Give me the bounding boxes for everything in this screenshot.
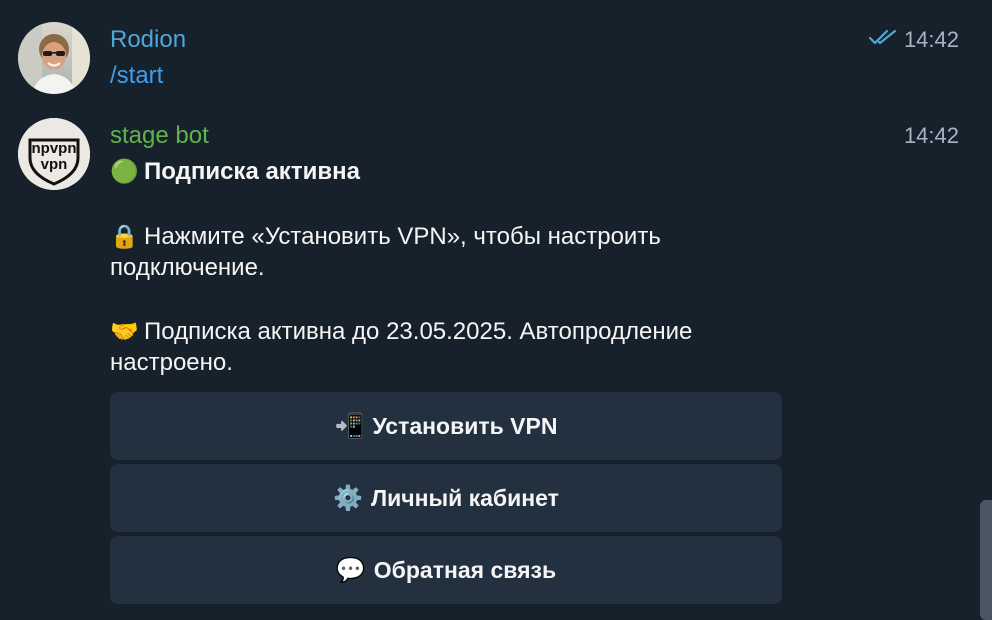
message-user: Rodion 14:42 /start — [0, 0, 992, 110]
mobile-arrow-icon: 📲 — [334, 412, 365, 440]
speech-bubble-icon: 💬 — [335, 556, 366, 584]
green-circle-icon: 🟢 — [110, 158, 139, 184]
handshake-icon: 🤝 — [110, 318, 139, 344]
feedback-button[interactable]: 💬 Обратная связь — [110, 536, 782, 604]
double-check-icon — [868, 25, 898, 53]
personal-account-button[interactable]: ⚙️ Личный кабинет — [110, 464, 782, 532]
paragraph-subscription-line1: Подписка активна до 23.05.2025. Автопрод… — [144, 318, 693, 345]
message-time: 14:42 — [868, 26, 959, 54]
paragraph-install: 🔒 Нажмите «Установить VPN», чтобы настрои… — [110, 221, 661, 283]
feedback-label: Обратная связь — [373, 556, 557, 583]
install-vpn-label: Установить VPN — [372, 412, 558, 439]
status-text: Подписка активна — [144, 158, 360, 185]
scrollbar-thumb[interactable] — [980, 500, 992, 620]
personal-account-label: Личный кабинет — [370, 484, 559, 511]
bot-sender-name[interactable]: stage bot — [110, 122, 209, 150]
message-bot: npvpn vpn stage bot 14:42 🟢 Подписка акти… — [0, 110, 992, 620]
svg-text:vpn: vpn — [41, 156, 68, 173]
paragraph-install-line2: подключение. — [110, 254, 265, 281]
paragraph-install-line1: Нажмите «Установить VPN», чтобы настроит… — [144, 223, 661, 250]
svg-text:npvpn: npvpn — [32, 140, 77, 157]
paragraph-subscription: 🤝 Подписка активна до 23.05.2025. Автопро… — [110, 316, 692, 378]
install-vpn-button[interactable]: 📲 Установить VPN — [110, 392, 782, 460]
gear-icon: ⚙️ — [333, 484, 363, 512]
user-avatar[interactable] — [18, 22, 90, 94]
lock-icon: 🔒 — [110, 223, 139, 249]
sender-name[interactable]: Rodion — [110, 26, 186, 54]
chat-history: Rodion 14:42 /start npvpn vpn stage bot … — [0, 0, 992, 620]
paragraph-subscription-line2: настроено. — [110, 349, 233, 376]
command-link[interactable]: /start — [110, 60, 163, 91]
bot-message-time: 14:42 — [903, 123, 959, 148]
bot-avatar[interactable]: npvpn vpn — [18, 118, 90, 190]
time-label: 14:42 — [903, 27, 959, 52]
status-line: 🟢 Подписка активна — [110, 156, 360, 187]
